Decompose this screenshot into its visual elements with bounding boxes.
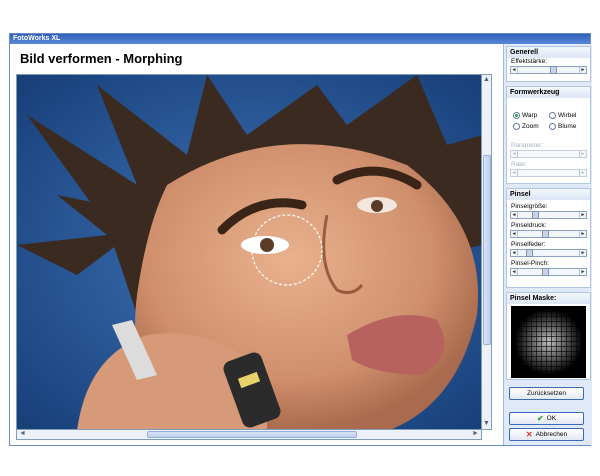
morphed-photo[interactable] — [17, 75, 482, 430]
check-icon: ✔ — [536, 414, 544, 423]
radio-wirbel-dot[interactable] — [549, 112, 556, 119]
panel-pinsel-title: Pinsel — [507, 189, 590, 200]
slider-right-icon[interactable]: ► — [579, 269, 586, 275]
app-window: FotoWorks XL Bild verformen - Morphing ▲… — [9, 33, 592, 446]
radio-blume-dot[interactable] — [549, 123, 556, 130]
slider-left-icon: ◄ — [511, 170, 518, 176]
horizontal-scroll-thumb[interactable] — [147, 431, 357, 438]
parameter-label: Parameter: — [511, 142, 544, 149]
tool-radio-row-2: Zoom Blume — [507, 121, 590, 132]
panel-generell-title: Generell — [507, 47, 590, 58]
rate-label: Rate: — [511, 161, 527, 168]
slider-knob[interactable] — [531, 211, 539, 219]
main-area: Bild verformen - Morphing ▲ ▼ ◄ ► — [10, 44, 503, 445]
parameter-slider: ◄ ► — [510, 150, 587, 158]
pinselfeder-slider[interactable]: ◄ ► — [510, 249, 587, 257]
radio-warp[interactable]: Warp — [513, 112, 549, 119]
panel-pinsel-maske: Pinsel Maske: — [506, 292, 591, 380]
cancel-button-label: Abbrechen — [535, 431, 568, 438]
slider-knob[interactable] — [550, 66, 558, 74]
pinseldruck-label: Pinseldruck: — [511, 222, 547, 229]
tool-radio-row-1: Warp Wirbel — [507, 110, 590, 121]
slider-left-icon[interactable]: ◄ — [511, 212, 518, 218]
panel-pinsel: Pinsel Pinselgröße: ◄ ► Pinseldruck: ◄ ►… — [506, 188, 591, 288]
pinselfeder-label: Pinselfeder: — [511, 241, 546, 248]
slider-left-icon[interactable]: ◄ — [511, 269, 518, 275]
slider-right-icon[interactable]: ► — [579, 67, 586, 73]
panel-formwerkzeug-title: Formwerkzeug — [507, 87, 590, 98]
ok-button[interactable]: ✔ OK — [509, 412, 584, 425]
radio-blume[interactable]: Blume — [549, 123, 585, 130]
slider-left-icon[interactable]: ◄ — [511, 250, 518, 256]
radio-warp-dot[interactable] — [513, 112, 520, 119]
slider-knob[interactable] — [526, 249, 534, 257]
radio-zoom-dot[interactable] — [513, 123, 520, 130]
pinselgroesse-slider[interactable]: ◄ ► — [510, 211, 587, 219]
reset-button[interactable]: Zurücksetzen — [509, 387, 584, 400]
effektstaerke-slider[interactable]: ◄ ► — [510, 66, 587, 74]
radio-zoom[interactable]: Zoom — [513, 123, 549, 130]
window-title: FotoWorks XL — [10, 34, 590, 44]
panel-pinsel-maske-title: Pinsel Maske: — [507, 293, 590, 304]
panel-formwerkzeug: Formwerkzeug Warp Wirbel Zoom Blume Para… — [506, 86, 591, 184]
slider-left-icon[interactable]: ◄ — [511, 231, 518, 237]
page-title: Bild verformen - Morphing — [20, 51, 183, 66]
pinsel-pinch-slider[interactable]: ◄ ► — [510, 268, 587, 276]
radio-blume-label[interactable]: Blume — [558, 123, 576, 130]
image-canvas[interactable] — [16, 74, 482, 430]
slider-knob[interactable] — [542, 230, 550, 238]
panel-generell: Generell Effektstärke: ◄ ► — [506, 46, 591, 82]
slider-right-icon[interactable]: ► — [579, 212, 586, 218]
close-icon: ✕ — [525, 430, 533, 439]
scroll-down-icon[interactable]: ▼ — [482, 420, 491, 428]
scroll-up-icon[interactable]: ▲ — [482, 76, 491, 84]
slider-right-icon[interactable]: ► — [579, 250, 586, 256]
radio-zoom-label[interactable]: Zoom — [522, 123, 539, 130]
slider-right-icon[interactable]: ► — [579, 231, 586, 237]
slider-right-icon: ► — [579, 170, 586, 176]
radio-wirbel[interactable]: Wirbel — [549, 112, 585, 119]
pinsel-pinch-label: Pinsel-Pinch: — [511, 260, 549, 267]
side-panel: Generell Effektstärke: ◄ ► Formwerkzeug … — [503, 44, 592, 445]
ok-button-label: OK — [546, 415, 557, 422]
vertical-scrollbar[interactable]: ▲ ▼ — [482, 74, 492, 430]
pinselgroesse-label: Pinselgröße: — [511, 203, 548, 210]
radio-warp-label[interactable]: Warp — [522, 112, 537, 119]
scroll-left-icon[interactable]: ◄ — [18, 430, 27, 438]
horizontal-scrollbar[interactable]: ◄ ► — [16, 430, 482, 440]
cancel-button[interactable]: ✕ Abbrechen — [509, 428, 584, 441]
pinseldruck-slider[interactable]: ◄ ► — [510, 230, 587, 238]
rate-slider: ◄ ► — [510, 169, 587, 177]
slider-left-icon: ◄ — [511, 151, 518, 157]
slider-right-icon: ► — [579, 151, 586, 157]
effektstaerke-label: Effektstärke: — [511, 58, 548, 65]
scroll-right-icon[interactable]: ► — [471, 430, 480, 438]
slider-left-icon[interactable]: ◄ — [511, 67, 518, 73]
brush-mask-grid — [511, 306, 586, 378]
radio-wirbel-label[interactable]: Wirbel — [558, 112, 576, 119]
vertical-scroll-thumb[interactable] — [483, 155, 491, 345]
slider-knob[interactable] — [542, 268, 550, 276]
brush-mask-preview — [511, 306, 586, 378]
